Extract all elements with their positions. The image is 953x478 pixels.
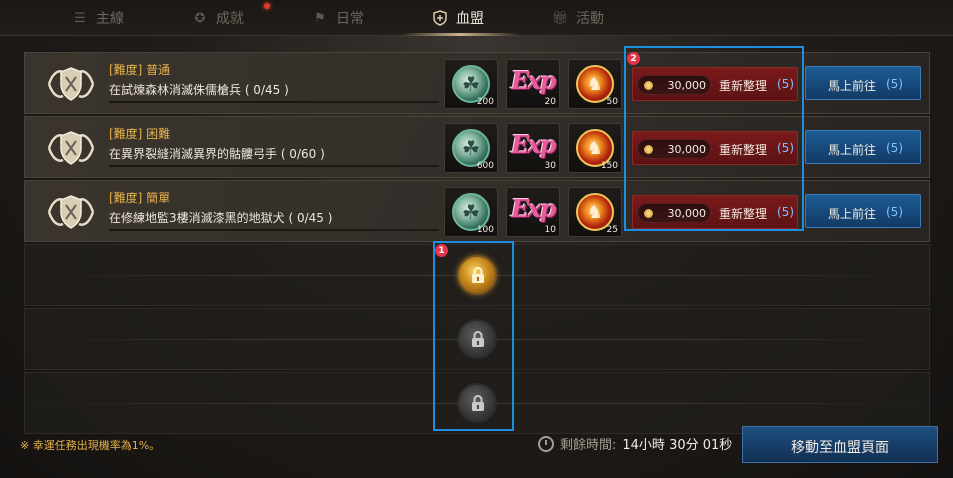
mission-difficulty: [難度] 困難 — [109, 127, 171, 141]
flag-icon: ⚑ — [314, 10, 326, 26]
reward-count: 600 — [476, 161, 494, 171]
refresh-cost-amount: 30,000 — [667, 143, 707, 156]
goto-guild-page-button[interactable]: 移動至血盟頁面 — [742, 426, 938, 463]
mission-description: 在試煉森林消滅侏儒槍兵 ( 0/45 ) — [109, 83, 289, 97]
refresh-button[interactable]: 30,000 重新整理 (5) — [632, 131, 798, 165]
stopwatch-icon — [538, 435, 554, 452]
reward-slot[interactable]: 600 — [444, 123, 498, 173]
mission-description: 在異界裂縫消滅異界的骷髏弓手 ( 0/60 ) — [109, 147, 325, 161]
locked-mission-row — [24, 308, 930, 370]
guild-emblem-icon — [47, 67, 95, 101]
mission-description: 在修練地監3樓消滅漆黑的地獄犬 ( 0/45 ) — [109, 211, 333, 225]
goto-now-button[interactable]: 馬上前往 (5) — [805, 66, 921, 100]
guild-emblem-icon — [47, 195, 95, 229]
refresh-count: (5) — [777, 141, 794, 155]
highlight-badge: 1 — [435, 244, 448, 257]
reward-count: 50 — [606, 97, 618, 107]
reward-slot[interactable]: 50 — [568, 59, 622, 109]
highlight-badge: 2 — [627, 52, 640, 65]
gold-coin-icon — [644, 145, 653, 154]
lock-icon — [472, 267, 484, 283]
reward-count: 10 — [544, 225, 556, 235]
reward-count: 30 — [544, 161, 556, 171]
goto-label: 馬上前往 — [828, 143, 877, 157]
refresh-cost-amount: 30,000 — [667, 79, 707, 92]
tab-guild[interactable]: 血盟 — [432, 0, 484, 36]
goto-count: (5) — [886, 141, 903, 155]
lock-icon — [472, 395, 484, 411]
lock-slot-grey[interactable] — [457, 383, 497, 423]
tab-event[interactable]: 🎁︎ 活動 — [552, 0, 604, 36]
exp-icon: Exp — [511, 66, 556, 95]
reward-count: 20 — [544, 97, 556, 107]
reward-count: 25 — [606, 225, 618, 235]
reward-slot[interactable]: 150 — [568, 123, 622, 173]
mission-progress-bar — [109, 229, 439, 231]
refresh-count: (5) — [777, 77, 794, 91]
guild-shield-icon — [432, 10, 448, 26]
list-icon: ☰ — [74, 10, 86, 26]
guild-button-label: 移動至血盟頁面 — [791, 440, 889, 456]
mission-row: [難度] 困難 在異界裂縫消滅異界的骷髏弓手 ( 0/60 ) 600 Exp … — [24, 116, 930, 178]
goto-label: 馬上前往 — [828, 207, 877, 221]
active-tab-indicator — [400, 33, 520, 36]
gold-coin-icon — [644, 81, 653, 90]
reward-slot[interactable]: Exp 10 — [506, 187, 560, 237]
refresh-button[interactable]: 30,000 重新整理 (5) — [632, 195, 798, 229]
exp-icon: Exp — [511, 130, 556, 159]
gold-coin-icon — [644, 209, 653, 218]
luck-mission-note: ※ 幸運任務出現機率為1%。 — [20, 439, 161, 452]
exp-icon: Exp — [511, 194, 556, 223]
reward-slot[interactable]: 25 — [568, 187, 622, 237]
refresh-cost: 30,000 — [637, 139, 711, 159]
refresh-label: 重新整理 — [719, 207, 768, 221]
tab-main-quest[interactable]: ☰ 主線 — [72, 0, 124, 36]
refresh-button[interactable]: 30,000 重新整理 (5) — [632, 67, 798, 101]
gift-icon: 🎁︎ — [551, 10, 569, 26]
reward-count: 100 — [476, 225, 494, 235]
refresh-cost-amount: 30,000 — [667, 207, 707, 220]
tab-daily[interactable]: ⚑ 日常 — [312, 0, 364, 36]
reward-count: 200 — [476, 97, 494, 107]
lock-icon — [472, 331, 484, 347]
notification-dot — [264, 3, 270, 9]
reward-count: 150 — [600, 161, 618, 171]
refresh-cost: 30,000 — [637, 203, 711, 223]
refresh-cost: 30,000 — [637, 75, 711, 95]
tab-label: 活動 — [576, 11, 604, 27]
mission-row: [難度] 簡單 在修練地監3樓消滅漆黑的地獄犬 ( 0/45 ) 100 Exp… — [24, 180, 930, 242]
mission-row: [難度] 普通 在試煉森林消滅侏儒槍兵 ( 0/45 ) 200 Exp 20 … — [24, 52, 930, 114]
refresh-count: (5) — [777, 205, 794, 219]
goto-count: (5) — [886, 77, 903, 91]
goto-now-button[interactable]: 馬上前往 (5) — [805, 130, 921, 164]
lock-slot-gold[interactable] — [457, 255, 497, 295]
reward-slot[interactable]: 200 — [444, 59, 498, 109]
goto-count: (5) — [886, 205, 903, 219]
locked-mission-row — [24, 244, 930, 306]
lock-slot-grey[interactable] — [457, 319, 497, 359]
tab-label: 血盟 — [456, 11, 484, 27]
mission-progress-bar — [109, 101, 439, 103]
guild-emblem-icon — [47, 131, 95, 165]
refresh-label: 重新整理 — [719, 79, 768, 93]
tab-label: 主線 — [96, 11, 124, 27]
mission-difficulty: [難度] 簡單 — [109, 191, 171, 205]
tab-achievement[interactable]: ✪ 成就 — [192, 0, 244, 36]
reward-slot[interactable]: 100 — [444, 187, 498, 237]
tab-label: 日常 — [336, 11, 364, 27]
timer-value: 14小時 30分 01秒 — [622, 438, 733, 453]
mission-difficulty: [難度] 普通 — [109, 63, 171, 77]
reward-slot[interactable]: Exp 30 — [506, 123, 560, 173]
goto-now-button[interactable]: 馬上前往 (5) — [805, 194, 921, 228]
tab-bar: ☰ 主線 ✪ 成就 ⚑ 日常 血盟 🎁︎ 活動 — [0, 0, 953, 36]
goto-label: 馬上前往 — [828, 79, 877, 93]
medal-icon: ✪ — [194, 10, 206, 26]
locked-mission-row — [24, 372, 930, 434]
tab-label: 成就 — [216, 11, 244, 27]
mission-progress-bar — [109, 165, 439, 167]
refresh-label: 重新整理 — [719, 143, 768, 157]
timer-label: 剩餘時間: — [560, 438, 617, 453]
remaining-time: 剩餘時間: 14小時 30分 01秒 — [538, 434, 732, 453]
reward-slot[interactable]: Exp 20 — [506, 59, 560, 109]
